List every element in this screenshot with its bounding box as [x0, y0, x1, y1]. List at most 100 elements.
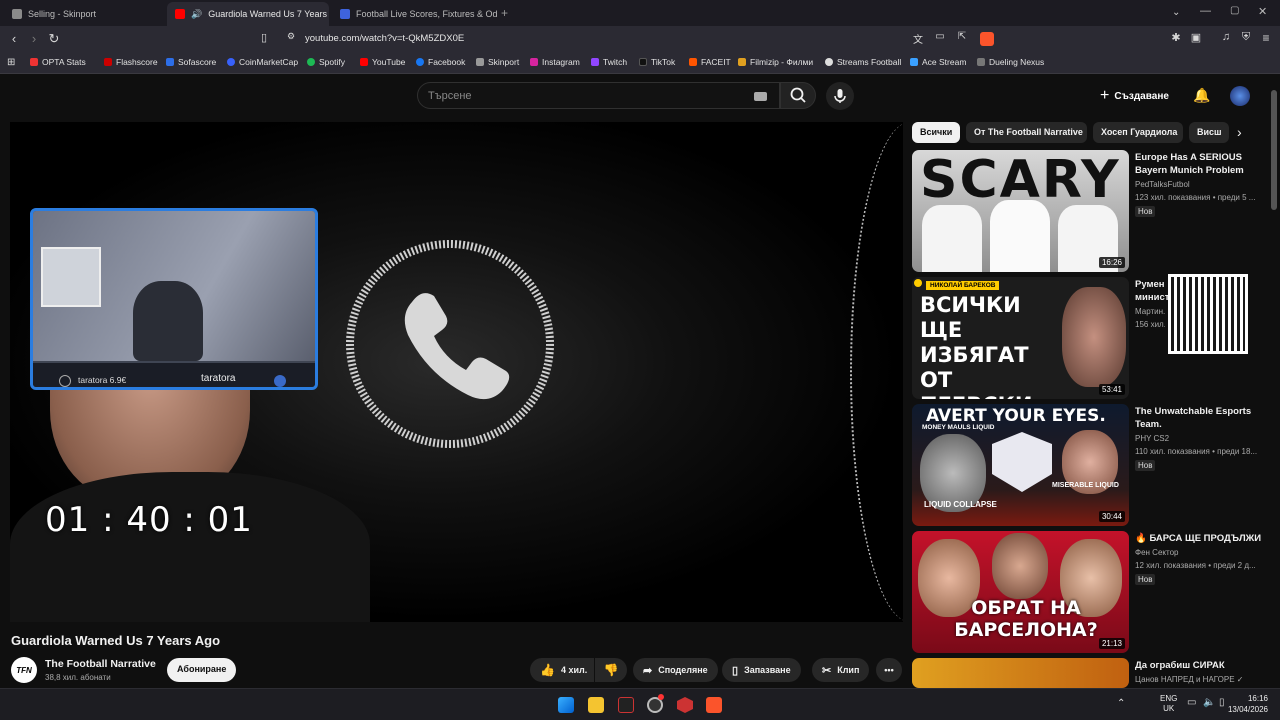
bookmark-twitch[interactable]: Twitch: [591, 57, 627, 67]
speaker-icon[interactable]: 🔊: [191, 9, 202, 20]
maximize-icon[interactable]: ▢: [1230, 5, 1239, 16]
sidebar-icon[interactable]: ▣: [1188, 31, 1204, 44]
video-player[interactable]: 01 : 40 : 01 taratora 6.9€ taratora: [10, 122, 903, 622]
clock[interactable]: 16:16 13/04/2026: [1226, 693, 1268, 715]
recommendation-channel[interactable]: Мартин...: [1135, 307, 1165, 316]
tiktok-icon: [639, 58, 647, 66]
brave-icon[interactable]: [706, 697, 722, 713]
recommendation-meta: 123 хил. показвания • преди 5 ...: [1135, 193, 1256, 202]
new-tab-icon[interactable]: +: [501, 6, 508, 20]
menu-icon[interactable]: ≡: [1258, 31, 1274, 45]
tab-livescores[interactable]: Football Live Scores, Fixtures & Odds ✕: [332, 2, 497, 26]
recommendation-channel[interactable]: Цанов НАПРЕД и НАГОРЕ ✓: [1135, 675, 1243, 684]
bookmark-faceit[interactable]: FACEIT: [689, 57, 731, 67]
recommendation-thumbnail[interactable]: НИКОЛАЙ БАРЕКОВ ВСИЧКИ ЩЕ ИЗБЯГАТ ОТ ПЕЕ…: [912, 277, 1129, 399]
recommendation-title[interactable]: 🔥 БАРСА ЩЕ ПРОДЪЛЖИ: [1135, 532, 1263, 545]
chip-all[interactable]: Всички: [912, 122, 960, 143]
chip-top[interactable]: Висш: [1189, 122, 1229, 143]
apps-grid-icon[interactable]: ⊞: [7, 57, 15, 68]
recommendation-thumbnail[interactable]: AVERT YOUR EYES. MONEY MAULS LIQUID MISE…: [912, 404, 1129, 526]
language-indicator[interactable]: ENG UK: [1160, 694, 1177, 714]
voice-search-button[interactable]: [826, 82, 854, 110]
bookmark-instagram[interactable]: Instagram: [530, 57, 580, 67]
network-icon[interactable]: ▭: [1187, 697, 1196, 708]
bookmark-icon[interactable]: ▯: [256, 31, 272, 44]
recommendation-thumbnail[interactable]: [912, 658, 1129, 688]
chip-guardiola[interactable]: Хосеп Гуардиола: [1093, 122, 1183, 143]
create-button[interactable]: + Създаване: [1100, 85, 1169, 107]
channel-logo[interactable]: TFN: [11, 657, 37, 683]
url-field[interactable]: youtube.com/watch?v=t-QkM5ZDX0E: [305, 33, 464, 44]
save-button[interactable]: ▯ Запазване: [722, 658, 801, 682]
bookmark-sofascore[interactable]: Sofascore: [166, 57, 216, 67]
tab-skinport[interactable]: Selling - Skinport: [4, 2, 164, 26]
file-explorer-icon[interactable]: [588, 697, 604, 713]
bookmark-streams-football[interactable]: Streams Football: [825, 57, 901, 67]
more-actions-button[interactable]: •••: [876, 658, 902, 682]
bookmark-filmizip[interactable]: Filmizip - Филми: [738, 57, 813, 67]
bookmark-tiktok[interactable]: TikTok: [639, 57, 675, 67]
chevron-right-icon[interactable]: ›: [1237, 124, 1242, 140]
donation-icon: [59, 375, 71, 387]
back-icon[interactable]: ‹: [6, 31, 22, 46]
tab-youtube[interactable]: 🔊 Guardiola Warned Us 7 Years ✕: [167, 2, 329, 26]
bookmark-dueling-nexus[interactable]: Dueling Nexus: [977, 57, 1044, 67]
search-input[interactable]: Търсене: [417, 82, 780, 109]
channel-name[interactable]: The Football Narrative: [45, 658, 156, 670]
bookmark-flashscore[interactable]: Flashscore: [104, 57, 158, 67]
bookmark-opta[interactable]: OPTA Stats: [30, 57, 86, 67]
cast-icon[interactable]: ▭: [932, 31, 948, 42]
notifications-bell-icon[interactable]: 🔔: [1193, 87, 1210, 104]
like-button[interactable]: 👍 4 хил.: [530, 658, 594, 682]
subscribe-button[interactable]: Абониране: [167, 658, 237, 682]
bookmark-skinport[interactable]: Skinport: [476, 57, 519, 67]
football-icon: [825, 58, 833, 66]
tray-chevron-icon[interactable]: ⌃: [1117, 698, 1125, 709]
recommendation-title[interactable]: Да ограбиш СИРАК: [1135, 659, 1263, 672]
reload-icon[interactable]: ↻: [46, 31, 62, 47]
forward-icon[interactable]: ›: [26, 31, 42, 46]
bookmark-coinmarketcap[interactable]: CoinMarketCap: [227, 57, 298, 67]
tab-list-chevron-icon[interactable]: ⌄: [1172, 7, 1180, 18]
extensions-icon[interactable]: ✱: [1168, 31, 1184, 44]
minimize-icon[interactable]: —: [1200, 5, 1211, 17]
battery-icon[interactable]: ▯: [1219, 697, 1225, 708]
site-info-icon[interactable]: ⚙: [283, 31, 299, 42]
translate-icon[interactable]: 文: [910, 31, 926, 46]
chip-from-channel[interactable]: От The Football Narrative: [966, 122, 1087, 143]
keyboard-icon[interactable]: [754, 92, 767, 101]
share-button[interactable]: ➦ Споделяне: [633, 658, 718, 682]
browser-tab-strip: Selling - Skinport 🔊 Guardiola Warned Us…: [0, 0, 1280, 26]
share-icon[interactable]: ⇱: [954, 31, 970, 42]
dislike-button[interactable]: 👎: [595, 658, 627, 682]
recommendation-channel[interactable]: PHY CS2: [1135, 434, 1169, 443]
bookmark-ace-stream[interactable]: Ace Stream: [910, 57, 966, 67]
avatar[interactable]: [1230, 86, 1250, 106]
search-icon: [790, 87, 806, 103]
recommendation-channel[interactable]: PedTalksFutbol: [1135, 180, 1190, 189]
shield-app-icon[interactable]: [677, 697, 693, 713]
page-scrollbar[interactable]: [1271, 90, 1277, 210]
recommendation-channel[interactable]: Фен Сектор: [1135, 548, 1178, 557]
search-button[interactable]: [780, 82, 816, 109]
windows-start-icon[interactable]: [558, 697, 574, 713]
webcam-overlay: taratora 6.9€ taratora: [30, 208, 318, 390]
brave-shields-icon[interactable]: [980, 32, 994, 46]
recommendation-title[interactable]: Europe Has A SERIOUS Bayern Munich Probl…: [1135, 151, 1263, 177]
close-window-icon[interactable]: ✕: [1258, 5, 1267, 18]
recommendation-thumbnail[interactable]: ОБРАТ НА БАРСЕЛОНА? 21:13: [912, 531, 1129, 653]
bookmark-spotify[interactable]: Spotify: [307, 57, 345, 67]
bookmark-facebook[interactable]: Facebook: [416, 57, 465, 67]
vpn-shield-icon[interactable]: ⛨: [1238, 31, 1254, 44]
recommendation-title[interactable]: Румен министр...: [1135, 278, 1171, 304]
music-icon[interactable]: ♫: [1218, 31, 1234, 43]
recommendation-thumbnail[interactable]: SCARY 16:26: [912, 150, 1129, 272]
recommendation-meta: 156 хил...: [1135, 320, 1165, 329]
recommendation-title[interactable]: The Unwatchable Esports Team.: [1135, 405, 1263, 431]
clip-button[interactable]: ✂ Клип: [812, 658, 870, 682]
video-title: Guardiola Warned Us 7 Years Ago: [11, 633, 221, 648]
app-icon[interactable]: [618, 697, 634, 713]
video-duration: 16:26: [1098, 257, 1125, 268]
volume-icon[interactable]: 🔈: [1203, 697, 1215, 708]
bookmark-youtube[interactable]: YouTube: [360, 57, 405, 67]
